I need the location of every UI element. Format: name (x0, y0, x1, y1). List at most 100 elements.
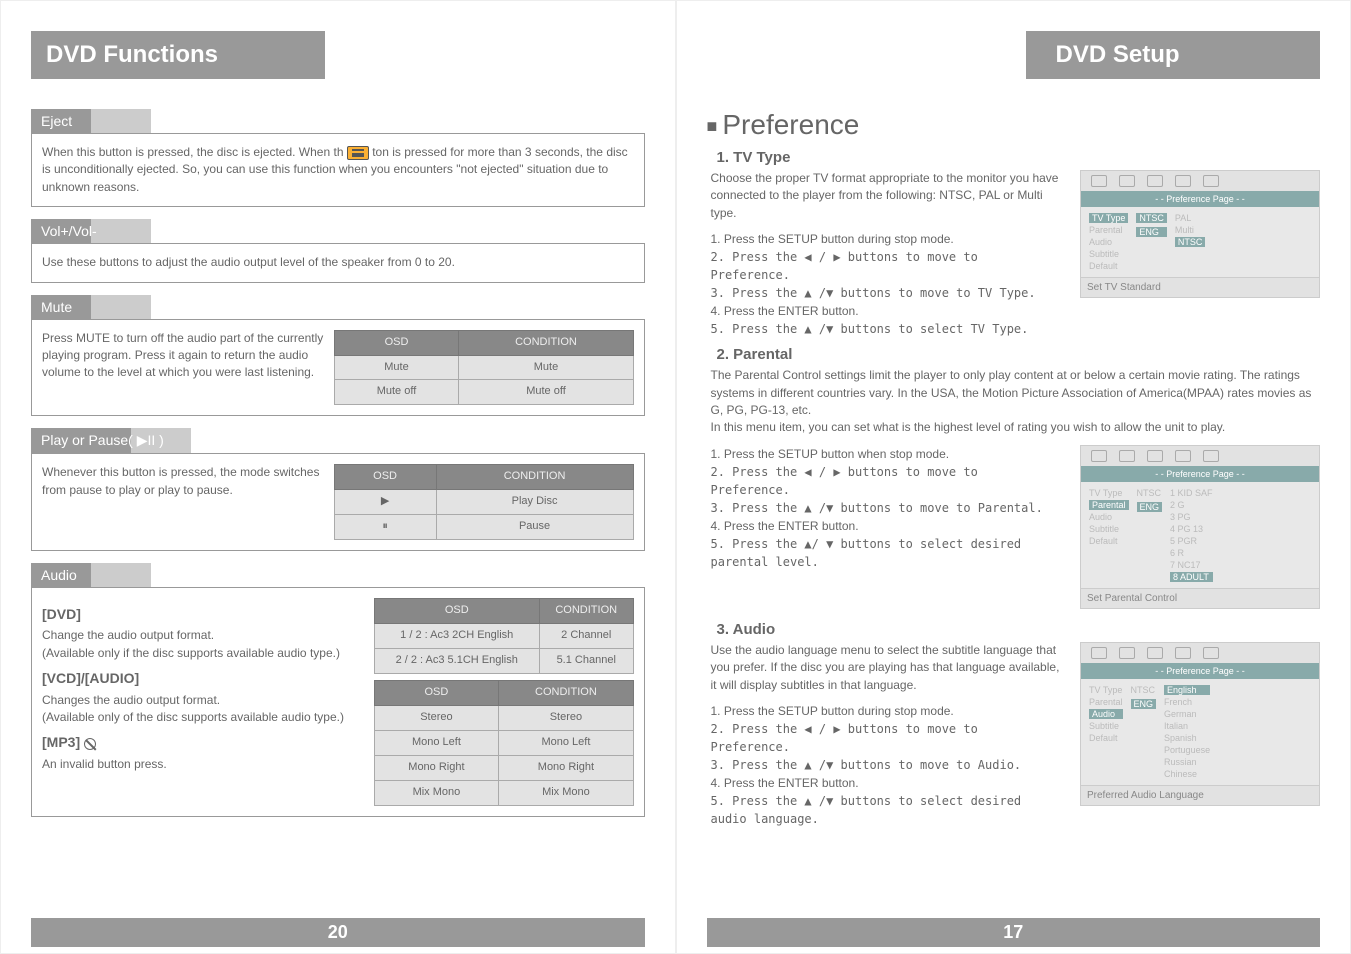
page-left: DVD Functions Eject When this button is … (0, 0, 676, 954)
osd-item: PAL (1175, 213, 1206, 223)
th-osd: OSD (334, 465, 436, 490)
step: 2. Press the ◀ / ▶ buttons to move to Pr… (711, 463, 1063, 499)
mute-text: Press MUTE to turn off the audio part of… (42, 330, 324, 382)
section-mute: Press MUTE to turn off the audio part of… (31, 319, 645, 417)
osd-screenshot-parental: - - Preference Page - - TV Type Parental… (1080, 445, 1320, 609)
step: 4. Press the ENTER button. (711, 774, 1063, 792)
cell: Mono Left (499, 730, 633, 755)
cell: 1 / 2 : Ac3 2CH English (374, 624, 539, 649)
osd-item: 6 R (1170, 548, 1213, 558)
osd-item: French (1164, 697, 1210, 707)
section-title-mute: Mute (31, 295, 151, 319)
th-condition: CONDITION (539, 599, 633, 624)
osd-item: 3 PG (1170, 512, 1213, 522)
tv-type-row: Choose the proper TV format appropriate … (707, 170, 1321, 338)
osd-item: 7 NC17 (1170, 560, 1213, 570)
step: 1. Press the SETUP button during stop mo… (711, 230, 1063, 248)
osd-item: 8 ADULT (1170, 572, 1213, 582)
osd-nav-icon (1091, 450, 1107, 462)
osd-item: Default (1089, 733, 1123, 743)
vcd-heading: [VCD]/[AUDIO] (42, 668, 364, 688)
osd-item: TV Type (1089, 685, 1123, 695)
osd-nav-icon (1203, 175, 1219, 187)
cell: Mute off (459, 380, 633, 405)
osd-nav-icon (1203, 647, 1219, 659)
osd-item: Chinese (1164, 769, 1210, 779)
parental-para: The Parental Control settings limit the … (707, 367, 1321, 437)
cell: Mix Mono (499, 780, 633, 805)
step: 2. Press the ◀ / ▶ buttons to move to Pr… (711, 720, 1063, 756)
osd-screenshot-tvtype: - - Preference Page - - TV Type Parental… (1080, 170, 1320, 298)
eject-icon (347, 146, 369, 160)
step: 4. Press the ENTER button. (711, 302, 1063, 320)
osd-item: Audio (1089, 709, 1123, 719)
osd-nav-icon (1091, 647, 1107, 659)
play-text: Whenever this button is pressed, the mod… (42, 464, 324, 499)
th-condition: CONDITION (499, 681, 633, 706)
parental-row: 1. Press the SETUP button when stop mode… (707, 445, 1321, 613)
osd-item: Audio (1089, 237, 1128, 247)
parental-heading: 2. Parental (707, 346, 1321, 363)
dvd-heading: [DVD] (42, 604, 364, 624)
step: 5. Press the ▲ /▼ buttons to select desi… (711, 792, 1063, 828)
cell: ▶ (334, 490, 436, 515)
osd-bar: - - Preference Page - - (1081, 191, 1319, 207)
osd-item: German (1164, 709, 1210, 719)
osd-nav-icon (1091, 175, 1107, 187)
osd-item: Parental (1089, 697, 1123, 707)
cell: Pause (436, 515, 633, 540)
section-title-play: Play or Pause( ▶II ) (31, 428, 191, 453)
th-osd: OSD (334, 330, 459, 355)
osd-screenshot-audio: - - Preference Page - - TV Type Parental… (1080, 642, 1320, 806)
cell: Mute (334, 355, 459, 380)
osd-item: ENG (1136, 227, 1167, 237)
audio-text-block: [DVD] Change the audio output format. (A… (42, 598, 364, 773)
osd-item: 4 PG 13 (1170, 524, 1213, 534)
table-play: OSDCONDITION ▶Play Disc ⏸Pause (334, 464, 634, 540)
osd-item: Default (1089, 261, 1128, 271)
osd-bar: - - Preference Page - - (1081, 466, 1319, 482)
tv-type-heading: 1. TV Type (707, 149, 1321, 166)
osd-item: 1 KID SAF (1170, 488, 1213, 498)
mp3-heading: [MP3] (42, 732, 364, 752)
cell: Play Disc (436, 490, 633, 515)
audio-tables: OSDCONDITION 1 / 2 : Ac3 2CH English2 Ch… (374, 598, 634, 806)
cell: 2 Channel (539, 624, 633, 649)
osd-item: English (1164, 685, 1210, 695)
cell: Stereo (499, 705, 633, 730)
step: 3. Press the ▲ /▼ buttons to move to TV … (711, 284, 1063, 302)
th-osd: OSD (374, 681, 499, 706)
section-volume: Use these buttons to adjust the audio ou… (31, 243, 645, 282)
osd-item: Spanish (1164, 733, 1210, 743)
audio-steps: 1. Press the SETUP button during stop mo… (707, 702, 1063, 828)
preference-title: Preference (707, 109, 1321, 141)
osd-nav-icon (1203, 450, 1219, 462)
osd-item: 2 G (1170, 500, 1213, 510)
osd-item: Portuguese (1164, 745, 1210, 755)
cell: Mute (459, 355, 633, 380)
step: 1. Press the SETUP button during stop mo… (711, 702, 1063, 720)
osd-sub: Set Parental Control (1081, 588, 1319, 608)
cell: Mono Right (374, 755, 499, 780)
osd-sub: Preferred Audio Language (1081, 785, 1319, 805)
osd-item: Subtitle (1089, 721, 1123, 731)
th-condition: CONDITION (436, 465, 633, 490)
mp3-label: [MP3] (42, 734, 80, 750)
osd-item: Subtitle (1089, 524, 1129, 534)
section-eject: When this button is pressed, the disc is… (31, 133, 645, 207)
section-title-audio: Audio (31, 563, 151, 587)
osd-item: Italian (1164, 721, 1210, 731)
cell: ⏸ (334, 515, 436, 540)
osd-item: TV Type (1089, 488, 1129, 498)
osd-nav-icon (1175, 450, 1191, 462)
osd-nav-icon (1147, 450, 1163, 462)
step: 4. Press the ENTER button. (711, 517, 1063, 535)
osd-item: Default (1089, 536, 1129, 546)
osd-nav-icon (1147, 647, 1163, 659)
mp3-text: An invalid button press. (42, 756, 364, 773)
cell: 5.1 Channel (539, 649, 633, 674)
osd-item: NTSC (1137, 488, 1163, 498)
osd-nav-icon (1119, 647, 1135, 659)
osd-item: Multi (1175, 225, 1206, 235)
eject-text-a: When this button is pressed, the disc is… (42, 145, 344, 159)
